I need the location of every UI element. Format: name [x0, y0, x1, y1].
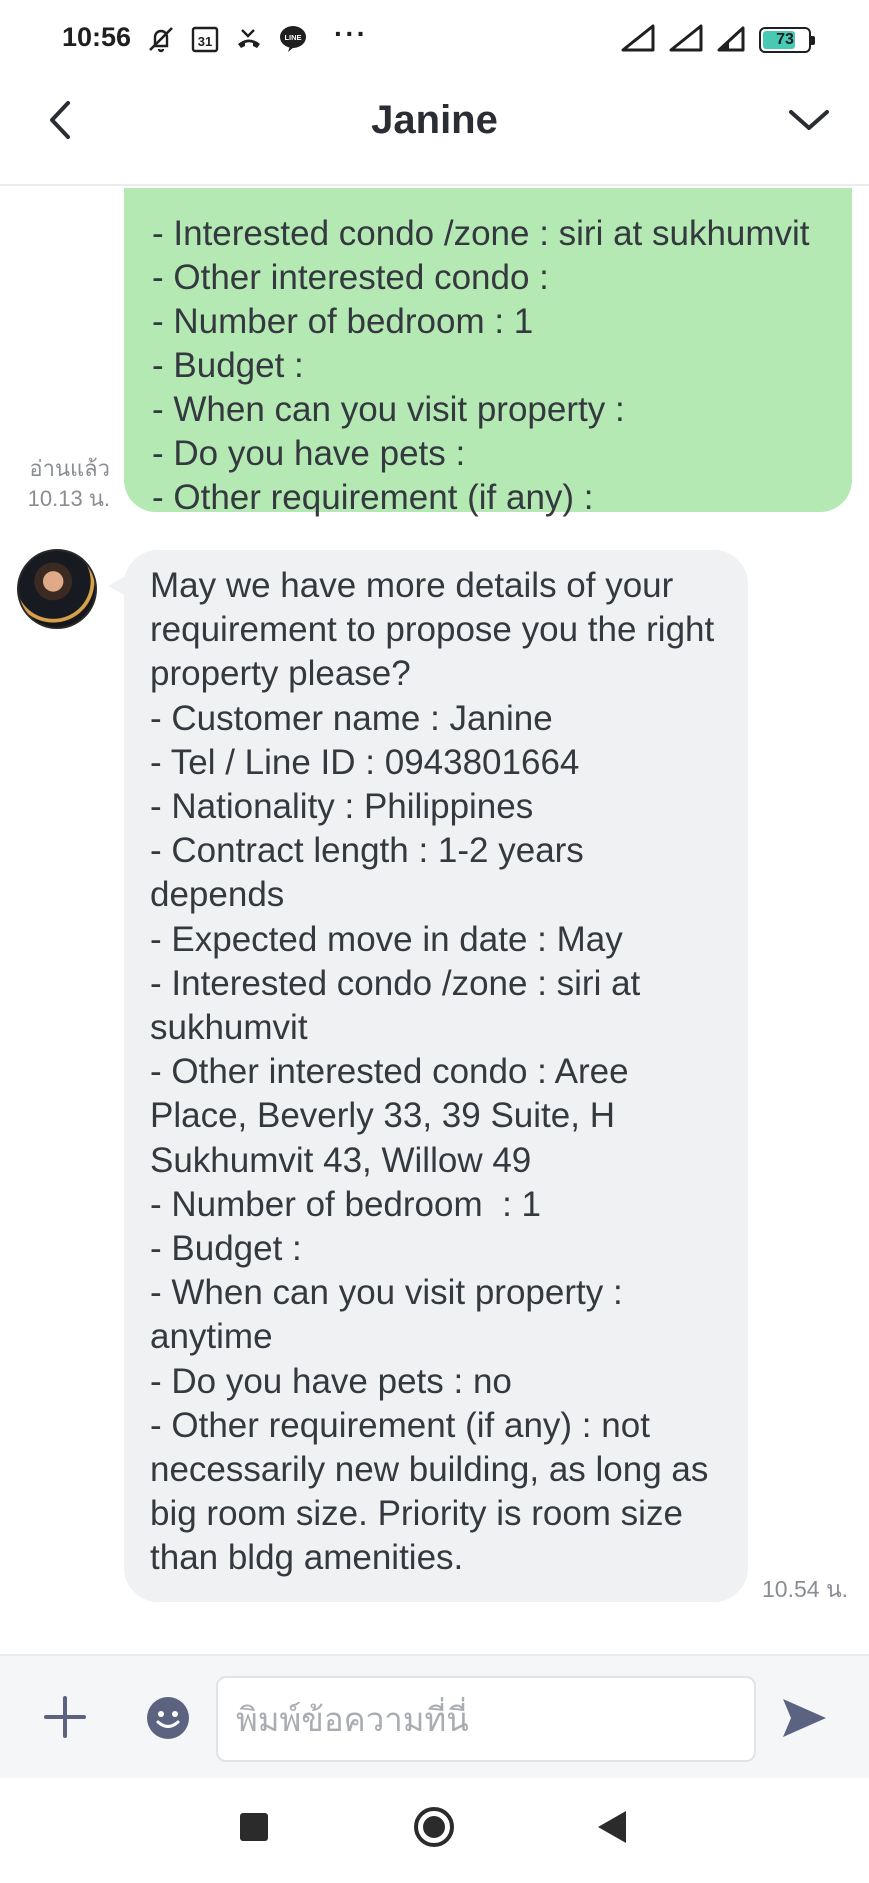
- signal-weak-icon: [717, 24, 747, 57]
- received-message-time: 10.54 น.: [762, 1576, 849, 1602]
- chat-title: Janine: [371, 98, 498, 142]
- more-notifications-icon: ···: [334, 18, 368, 49]
- received-message-text: May we have more details of your require…: [150, 566, 715, 1578]
- bubble-tail: [108, 576, 126, 596]
- system-nav-bar: [0, 1778, 869, 1883]
- sent-message-line: - Interested condo /zone : siri at sukhu…: [152, 214, 810, 253]
- status-bar: 10:56 31 LINE ··· 73: [0, 0, 869, 78]
- send-icon: [783, 1699, 826, 1737]
- emoji-icon: [147, 1697, 189, 1739]
- sent-message-line: - When can you visit property :: [152, 390, 625, 429]
- recents-square-icon[interactable]: [240, 1813, 268, 1841]
- sent-message-meta: อ่านแล้ว 10.13 น.: [10, 454, 110, 514]
- sent-message-line: - Other requirement (if any) :: [152, 478, 594, 517]
- line-badge-text: LINE: [284, 33, 301, 42]
- emoji-button[interactable]: [146, 1696, 190, 1740]
- home-circle-inner: [423, 1816, 445, 1838]
- read-status: อ่านแล้ว: [29, 456, 110, 481]
- message-list[interactable]: - Interested condo /zone : siri at sukhu…: [0, 188, 869, 1654]
- signal-icon: [669, 24, 705, 57]
- chat-screen: 10:56 31 LINE ··· 73 Janine - Interested…: [0, 0, 869, 1883]
- received-message-bubble[interactable]: May we have more details of your require…: [108, 550, 748, 1602]
- sent-message-time: 10.13 น.: [27, 486, 110, 511]
- back-triangle-icon[interactable]: [598, 1811, 626, 1843]
- plus-icon: [44, 1696, 86, 1738]
- status-notification-icons: 31 LINE ···: [146, 18, 368, 56]
- message-composer: [0, 1654, 869, 1778]
- calendar-day: 31: [198, 34, 212, 49]
- chevron-down-icon: [789, 110, 829, 130]
- chat-menu-button[interactable]: [785, 98, 833, 142]
- sent-message-line: - Other interested condo :: [152, 258, 549, 297]
- sent-message-bubble[interactable]: - Interested condo /zone : siri at sukhu…: [124, 188, 852, 517]
- contact-avatar[interactable]: [17, 549, 97, 629]
- sent-message-line: - Budget :: [152, 346, 304, 385]
- send-button[interactable]: [780, 1696, 828, 1740]
- home-circle-icon[interactable]: [414, 1807, 454, 1847]
- line-app-icon: LINE: [278, 24, 308, 54]
- status-time: 10:56: [62, 22, 132, 52]
- message-input[interactable]: [216, 1676, 756, 1762]
- status-system-icons: 73: [621, 24, 815, 57]
- signal-icon: [621, 24, 657, 57]
- dnd-off-icon: [146, 24, 176, 54]
- battery-tip: [811, 36, 815, 45]
- chat-header: Janine: [0, 78, 869, 186]
- add-attachment-button[interactable]: [44, 1696, 86, 1738]
- battery-icon: 73: [759, 27, 815, 53]
- sent-message-line: - Number of bedroom : 1: [152, 302, 534, 341]
- sent-message-line: - Do you have pets :: [152, 434, 466, 473]
- calendar-icon: 31: [190, 24, 220, 54]
- battery-percent: 73: [776, 31, 794, 48]
- missed-call-icon: [234, 24, 264, 54]
